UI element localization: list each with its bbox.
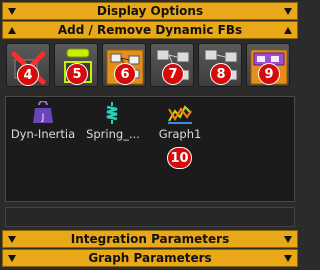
step-badge: 7 xyxy=(162,63,184,85)
fb-group-button[interactable]: 9 xyxy=(246,43,290,87)
fb-item-label: Graph1 xyxy=(158,127,202,141)
collapse-arrow-icon[interactable] xyxy=(8,8,16,15)
collapse-arrow-icon[interactable] xyxy=(284,8,292,15)
section-title: Integration Parameters xyxy=(70,232,230,246)
weight-icon: J xyxy=(33,101,53,123)
fb-list-panel[interactable]: J Dyn-Inertia Spring_... Graph1 10 xyxy=(5,96,295,202)
section-title: Add / Remove Dynamic FBs xyxy=(57,23,243,37)
step-badge: 8 xyxy=(210,63,232,85)
step-badge: 4 xyxy=(17,64,39,86)
step-badge: 6 xyxy=(114,63,136,85)
step-badge: 9 xyxy=(258,63,280,85)
fb-item-dyn-inertia[interactable]: J Dyn-Inertia xyxy=(8,97,78,157)
fb-item-label: Spring_... xyxy=(86,127,140,141)
fb-item-label: Dyn-Inertia xyxy=(10,127,76,141)
section-header-integration-parameters[interactable]: Integration Parameters xyxy=(2,230,298,248)
svg-text:J: J xyxy=(41,113,45,123)
collapse-arrow-icon[interactable] xyxy=(284,255,292,262)
fb-network-button[interactable]: 6 xyxy=(102,43,146,87)
expand-arrow-icon[interactable] xyxy=(284,27,292,34)
remove-fb-button[interactable]: 4 xyxy=(6,43,50,87)
graph-icon xyxy=(168,105,192,124)
add-fb-button[interactable]: 5 xyxy=(54,43,98,87)
spring-icon xyxy=(106,102,118,124)
step-badge: 5 xyxy=(66,63,88,85)
fb-toolbar: 4 5 6 7 8 9 xyxy=(4,41,296,89)
section-header-graph-parameters[interactable]: Graph Parameters xyxy=(2,249,298,267)
collapse-arrow-icon[interactable] xyxy=(8,236,16,243)
collapse-arrow-icon[interactable] xyxy=(284,236,292,243)
fb-item-spring[interactable]: Spring_... xyxy=(78,97,148,157)
status-bar xyxy=(5,207,295,227)
collapse-arrow-icon[interactable] xyxy=(8,255,16,262)
section-title: Display Options xyxy=(96,4,204,18)
section-header-add-remove[interactable]: Add / Remove Dynamic FBs xyxy=(2,21,298,39)
step-badge: 10 xyxy=(167,147,192,169)
connect-fb-button[interactable]: 7 xyxy=(150,43,194,87)
section-header-display-options[interactable]: Display Options xyxy=(2,2,298,20)
expand-arrow-icon[interactable] xyxy=(8,27,16,34)
section-title: Graph Parameters xyxy=(88,251,212,265)
disconnect-fb-button[interactable]: 8 xyxy=(198,43,242,87)
